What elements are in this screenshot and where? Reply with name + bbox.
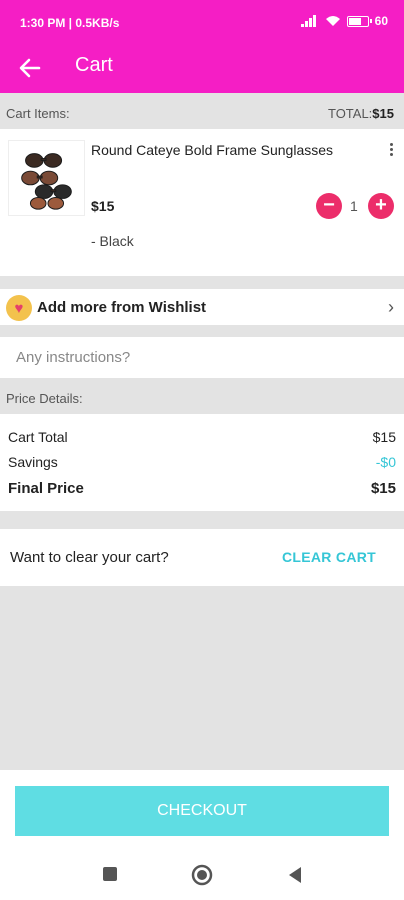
final-price-value: $15 <box>370 480 396 497</box>
cart-item-card[interactable]: Round Cateye Bold Frame Sunglasses $15 −… <box>0 129 404 276</box>
back-nav-icon[interactable] <box>286 865 304 885</box>
cart-items-label: Cart Items: <box>6 106 70 121</box>
savings-label: Savings <box>8 454 58 470</box>
cart-total-row: Cart Total $15 <box>8 429 396 445</box>
heart-icon: ♥ <box>6 295 32 321</box>
total-label: TOTAL: <box>327 106 373 121</box>
clear-cart-question: Want to clear your cart? <box>10 549 169 566</box>
add-from-wishlist-row[interactable]: ♥ Add more from Wishlist › <box>0 289 404 325</box>
price-details-card: Cart Total $15 Savings -$0 Final Price $… <box>0 414 404 511</box>
instructions-field[interactable]: Any instructions? <box>0 337 404 378</box>
battery-icon <box>346 15 372 27</box>
back-arrow-icon[interactable] <box>16 54 44 82</box>
toolbar: Cart <box>0 44 404 93</box>
signal-icon <box>300 15 319 27</box>
cart-total-summary: TOTAL:$15 <box>328 106 394 121</box>
total-value: $15 <box>372 106 394 121</box>
product-price: $15 <box>91 198 115 214</box>
clear-cart-card: Want to clear your cart? CLEAR CART <box>0 529 404 586</box>
more-options-icon[interactable] <box>388 143 394 157</box>
status-bar: 1:30 PM | 0.5KB/s 60 <box>0 0 404 44</box>
instructions-placeholder: Any instructions? <box>16 349 131 366</box>
decrease-quantity-button[interactable]: − <box>316 193 342 219</box>
status-time: 1:30 PM | 0.5KB/s <box>20 16 120 30</box>
app-bar: 1:30 PM | 0.5KB/s 60 Cart <box>0 0 404 93</box>
product-image[interactable] <box>8 140 85 216</box>
chevron-right-icon: › <box>388 297 394 317</box>
savings-row: Savings -$0 <box>8 454 396 470</box>
price-details-label: Price Details: <box>6 391 83 406</box>
page-title: Cart <box>75 54 113 76</box>
product-name[interactable]: Round Cateye Bold Frame Sunglasses <box>91 142 333 158</box>
savings-value: -$0 <box>375 454 396 470</box>
battery-percent: 60 <box>374 14 388 28</box>
final-price-label: Final Price <box>8 480 84 497</box>
product-variant: - Black <box>91 233 134 249</box>
cart-total-value: $15 <box>372 429 396 445</box>
bottom-bar: CHECKOUT <box>0 770 404 900</box>
wifi-icon <box>325 16 340 26</box>
recents-nav-icon[interactable] <box>102 866 118 882</box>
status-icons: 60 <box>300 14 388 28</box>
clear-cart-button[interactable]: CLEAR CART <box>282 549 376 565</box>
wishlist-label: Add more from Wishlist <box>37 299 207 316</box>
cart-total-label: Cart Total <box>8 429 68 445</box>
checkout-button[interactable]: CHECKOUT <box>15 786 389 836</box>
final-price-row: Final Price $15 <box>8 480 396 497</box>
increase-quantity-button[interactable]: + <box>368 193 394 219</box>
home-nav-icon[interactable] <box>191 864 213 886</box>
quantity-value: 1 <box>350 198 358 214</box>
